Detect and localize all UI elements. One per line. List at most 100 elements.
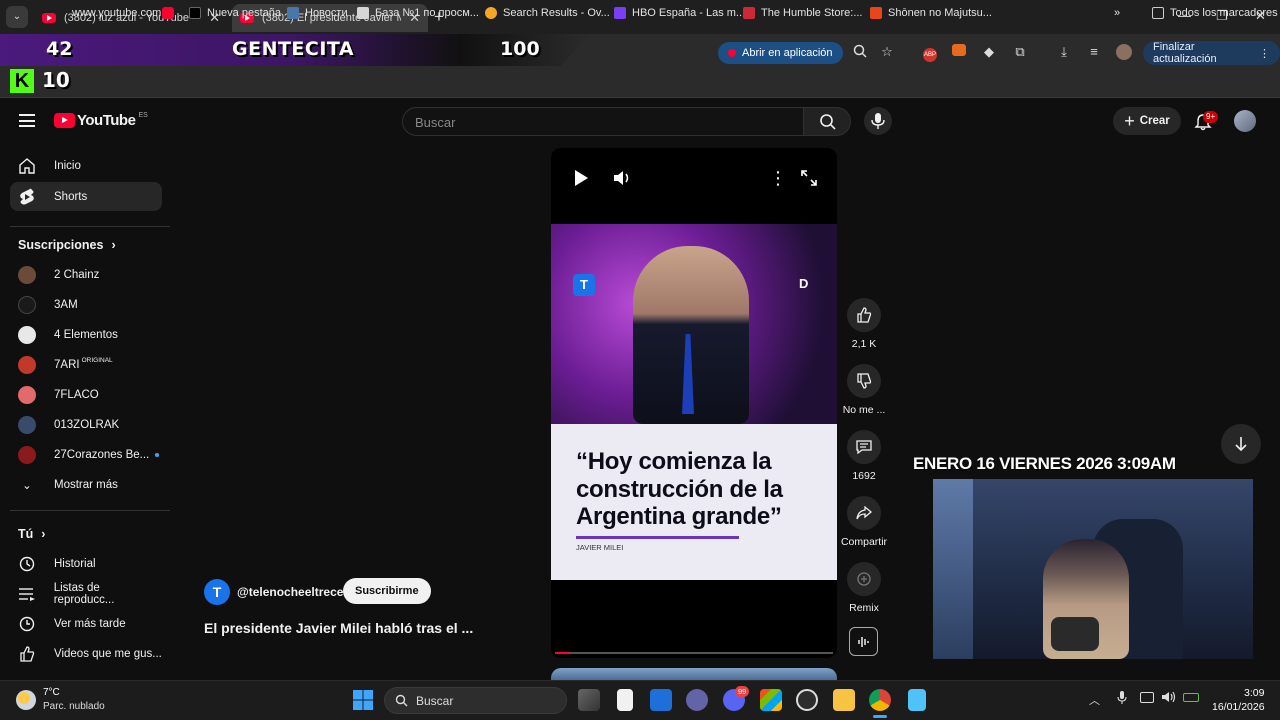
profile-avatar[interactable] (1116, 44, 1132, 60)
sidebar-item-historial[interactable]: Historial (10, 549, 162, 578)
dislike-button[interactable] (847, 364, 881, 398)
sidebar-item-label: 3AM (54, 298, 78, 311)
menu-hamburger-icon[interactable] (19, 114, 35, 127)
volume-tray-icon[interactable] (1161, 690, 1177, 709)
remix-icon (857, 572, 871, 586)
sidebar-sub-2chainz[interactable]: 2 Chainz (10, 260, 162, 289)
more-menu-icon[interactable]: ⋮ (1259, 47, 1270, 60)
extension-diamond-icon[interactable]: ◆ (981, 44, 997, 60)
bookmark-url[interactable]: www.youtube.com (72, 7, 161, 19)
more-options-icon[interactable]: ⋮ (769, 168, 787, 189)
sidebar-item-inicio[interactable]: Inicio (10, 151, 162, 180)
channel-avatar[interactable]: T (204, 579, 230, 605)
battery-icon[interactable] (1183, 693, 1199, 702)
partly-cloudy-icon (16, 690, 36, 710)
search-page-icon[interactable] (852, 44, 868, 60)
you-header[interactable]: Tú › (18, 527, 45, 541)
user-avatar[interactable] (1234, 110, 1256, 132)
bookmark-item[interactable]: HBO España - Las m... (614, 7, 745, 19)
network-icon[interactable] (1140, 692, 1154, 703)
finish-update-button[interactable]: Finalizar actualización ⋮ (1143, 41, 1280, 65)
playlist-icon (18, 585, 36, 603)
bookmark-item[interactable]: Shōnen no Majutsu... (870, 7, 992, 19)
clock-time[interactable]: 3:09 (1244, 687, 1264, 699)
all-bookmarks[interactable]: Todos los marcadores (1152, 7, 1278, 19)
bookmark-item[interactable]: Search Results - Ov... (485, 7, 610, 19)
start-button[interactable] (352, 689, 374, 711)
shorts-player[interactable]: T D “Hoy comienza la construcción de la … (551, 148, 837, 658)
open-in-app-label: Abrir en aplicación (742, 47, 833, 59)
sidebar-item-watch-later[interactable]: Ver más tarde (10, 609, 162, 638)
create-button[interactable]: + Crear (1113, 107, 1181, 135)
volume-button[interactable] (613, 169, 633, 187)
share-button[interactable] (847, 496, 881, 530)
weather-widget[interactable]: 7°C Parc. nublado (16, 687, 126, 715)
crunchyroll-icon (870, 7, 882, 19)
show-more-button[interactable]: ⌄ Mostrar más (10, 470, 162, 499)
bookmark-item[interactable]: The Humble Store:... (743, 7, 863, 19)
teams-icon[interactable] (686, 689, 708, 711)
microphone-tray-icon[interactable] (1117, 691, 1127, 710)
youtube-small-icon (728, 49, 736, 57)
humble-icon (743, 7, 755, 19)
comments-button[interactable] (847, 430, 881, 464)
media-queue-icon[interactable]: ≡ (1086, 44, 1102, 60)
system-tray-chevron-icon[interactable]: ︿ (1089, 692, 1100, 708)
notepad-icon[interactable] (908, 689, 926, 711)
bookmark-item[interactable]: Новости (287, 7, 348, 19)
clock-date[interactable]: 16/01/2026 (1212, 701, 1265, 713)
sidebar-item-label: Ver más tarde (54, 617, 126, 630)
sidebar-sub-7ari[interactable]: 7ARI ORIGINAL (10, 350, 162, 379)
next-short-preview[interactable] (551, 668, 837, 680)
extensions-puzzle-icon[interactable]: ⧉ (1012, 44, 1028, 60)
like-button[interactable] (847, 298, 881, 332)
play-button[interactable] (573, 169, 589, 187)
youtube-favicon-icon (42, 13, 56, 23)
sidebar-item-shorts[interactable]: Shorts (10, 182, 162, 211)
voice-search-button[interactable] (864, 107, 892, 135)
sound-waveform-button[interactable] (849, 627, 878, 656)
sidebar-sub-7flaco[interactable]: 7FLACO (10, 380, 162, 409)
file-explorer-icon[interactable] (833, 689, 855, 711)
sidebar-sub-013zolrak[interactable]: 013ZOLRAK (10, 410, 162, 439)
sidebar-sub-3am[interactable]: 3AM (10, 290, 162, 319)
remix-button[interactable] (847, 562, 881, 596)
file-icon[interactable] (617, 689, 633, 711)
short-title[interactable]: El presidente Javier Milei habló tras el… (204, 620, 473, 636)
youtube-logo[interactable]: YouTube ES (54, 112, 148, 129)
fullscreen-icon[interactable] (801, 170, 817, 191)
progress-track[interactable] (555, 652, 833, 654)
sidebar-item-playlists[interactable]: Listas de reproducc... (10, 579, 162, 608)
tab-search-dropdown[interactable]: ⌄ (6, 6, 28, 28)
channel-handle[interactable]: @telenocheeltrece (237, 585, 343, 599)
bookmark-item[interactable]: Nueva pestaña (189, 7, 281, 19)
task-view-icon[interactable] (578, 689, 600, 711)
chevron-down-icon: ⌄ (22, 479, 32, 492)
next-short-button[interactable] (1221, 424, 1261, 464)
search-button[interactable] (803, 107, 851, 136)
bookmark-youtube[interactable] (162, 7, 180, 19)
channel-avatar (18, 355, 36, 374)
open-in-app-button[interactable]: Abrir en aplicación (718, 42, 843, 64)
bookmarks-overflow-icon[interactable]: » (1114, 7, 1120, 19)
subscribe-button[interactable]: Suscribirme (343, 578, 431, 604)
bookmark-star-icon[interactable]: ☆ (879, 44, 895, 60)
clock-icon (18, 615, 36, 633)
sidebar-divider (10, 226, 170, 227)
chatgpt-icon[interactable] (796, 689, 818, 711)
all-bookmarks-label: Todos los marcadores (1170, 7, 1278, 19)
sidebar-sub-4elementos[interactable]: 4 Elementos (10, 320, 162, 349)
sidebar-sub-27corazones[interactable]: 27Corazones Be... (10, 440, 162, 469)
mail-icon[interactable] (650, 689, 672, 711)
search-input[interactable]: Buscar (402, 107, 804, 136)
sidebar-item-liked-videos[interactable]: Videos que me gus... (10, 639, 162, 668)
youtube-region: ES (138, 112, 148, 119)
adblock-icon[interactable]: ABP (922, 44, 938, 62)
store-icon[interactable] (760, 689, 782, 711)
download-icon[interactable]: ⤓ (1056, 44, 1072, 60)
chrome-icon[interactable] (869, 689, 891, 711)
extension-fox-icon[interactable] (951, 44, 967, 60)
subscriptions-header[interactable]: Suscripciones › (18, 238, 116, 252)
bookmark-item[interactable]: База №1 по просм... (357, 7, 479, 19)
taskbar-search[interactable]: Buscar (384, 687, 567, 714)
